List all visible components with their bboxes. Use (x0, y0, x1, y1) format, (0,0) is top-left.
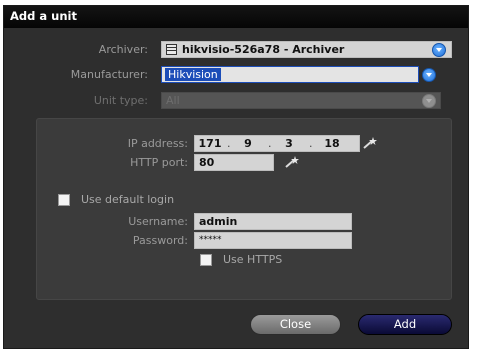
password-input[interactable]: ***** (194, 232, 352, 249)
add-button[interactable]: Add (358, 314, 452, 335)
archiver-select[interactable]: hikvisio-526a78 - Archiver (161, 41, 452, 58)
ip-octet-1: 171 (198, 137, 222, 150)
wand-icon[interactable] (362, 136, 378, 150)
username-label: Username: (128, 215, 188, 228)
username-value: admin (199, 215, 238, 228)
unit-type-label: Unit type: (93, 94, 148, 107)
http-port-label: HTTP port: (130, 156, 188, 169)
manufacturer-select[interactable]: Hikvision (161, 66, 419, 83)
password-value: ***** (199, 235, 222, 245)
ip-octet-4: 18 (324, 137, 340, 150)
use-default-login-checkbox[interactable] (58, 194, 70, 206)
unit-type-dropdown-icon (422, 94, 436, 108)
ip-separator: . (227, 137, 231, 150)
server-icon (166, 44, 177, 55)
archiver-dropdown-icon[interactable] (432, 43, 446, 57)
manufacturer-value: Hikvision (165, 68, 221, 81)
manufacturer-dropdown-icon[interactable] (422, 68, 436, 82)
title-bar: Add a unit (4, 6, 468, 28)
wand-icon[interactable] (284, 155, 300, 169)
use-https-checkbox[interactable] (200, 254, 212, 266)
archiver-label: Archiver: (98, 43, 148, 56)
unit-type-value: All (166, 94, 180, 107)
http-port-value: 80 (199, 156, 215, 169)
http-port-input[interactable]: 80 (194, 154, 274, 171)
archiver-value: hikvisio-526a78 - Archiver (182, 43, 345, 56)
use-https-label: Use HTTPS (223, 253, 283, 266)
close-button[interactable]: Close (250, 314, 341, 335)
dialog-title: Add a unit (10, 9, 77, 23)
ip-address-input[interactable]: 171 . 9 . 3 . 18 (194, 135, 360, 152)
ip-octet-3: 3 (285, 137, 293, 150)
use-default-login-label: Use default login (81, 193, 175, 206)
password-label: Password: (132, 234, 188, 247)
ip-address-label: IP address: (127, 137, 188, 150)
username-input[interactable]: admin (194, 213, 352, 230)
ip-separator: . (268, 137, 272, 150)
add-unit-dialog: Add a unit Archiver: hikvisio-526a78 - A… (3, 5, 469, 349)
manufacturer-label: Manufacturer: (70, 68, 148, 81)
unit-type-select: All (161, 92, 441, 109)
ip-separator: . (309, 137, 313, 150)
ip-octet-2: 9 (244, 137, 252, 150)
